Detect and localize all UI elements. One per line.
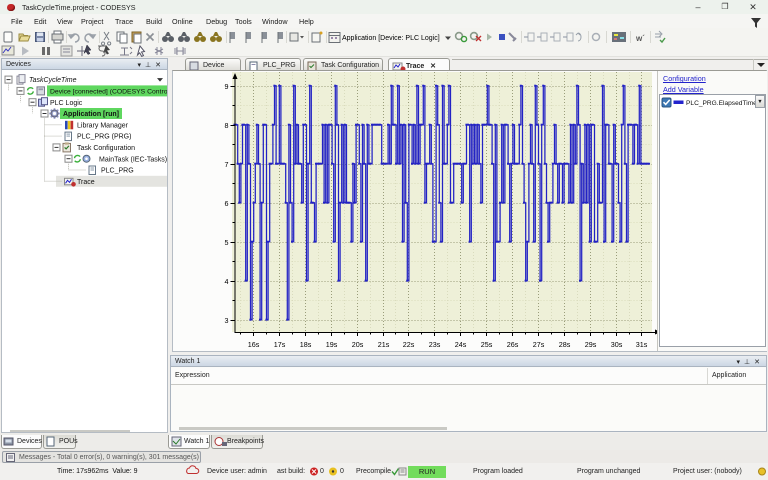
svg-text:19s: 19s bbox=[326, 340, 338, 349]
svg-text:23s: 23s bbox=[429, 340, 441, 349]
svg-text:26s: 26s bbox=[507, 340, 519, 349]
svg-text:Library Manager: Library Manager bbox=[77, 122, 129, 129]
svg-text:3: 3 bbox=[225, 316, 229, 325]
svg-text:9: 9 bbox=[225, 82, 229, 91]
svg-text:7: 7 bbox=[225, 160, 229, 169]
svg-text:20s: 20s bbox=[352, 340, 364, 349]
svg-text:6: 6 bbox=[225, 199, 229, 208]
svg-text:30s: 30s bbox=[611, 340, 623, 349]
svg-text:PLC Logic: PLC Logic bbox=[50, 100, 83, 107]
svg-text:TaskCycleTime: TaskCycleTime bbox=[29, 77, 77, 84]
svg-text:16s: 16s bbox=[248, 340, 260, 349]
svg-text:MainTask (IEC-Tasks): MainTask (IEC-Tasks) bbox=[99, 156, 167, 163]
svg-text:Task Configuration: Task Configuration bbox=[77, 145, 135, 152]
svg-text:Application [run]: Application [run] bbox=[63, 111, 119, 118]
svg-text:5: 5 bbox=[225, 238, 229, 247]
svg-text:28s: 28s bbox=[559, 340, 571, 349]
svg-text:Trace: Trace bbox=[77, 179, 95, 186]
svg-text:21s: 21s bbox=[378, 340, 390, 349]
svg-text:PLC_PRG: PLC_PRG bbox=[101, 168, 134, 175]
svg-text:29s: 29s bbox=[585, 340, 597, 349]
svg-text:Application [Device: PLC Logic: Application [Device: PLC Logic] bbox=[342, 35, 440, 42]
svg-text:8: 8 bbox=[225, 121, 229, 130]
svg-text:27s: 27s bbox=[533, 340, 545, 349]
svg-text:Device [connected] (CODESYS Co: Device [connected] (CODESYS Control Wi bbox=[50, 89, 167, 96]
svg-text:17s: 17s bbox=[274, 340, 286, 349]
svg-text:4: 4 bbox=[225, 277, 229, 286]
svg-text:31s: 31s bbox=[636, 340, 648, 349]
svg-text:w´: w´ bbox=[635, 34, 645, 43]
svg-text:25s: 25s bbox=[481, 340, 493, 349]
svg-text:18s: 18s bbox=[300, 340, 312, 349]
svg-text:24s: 24s bbox=[455, 340, 467, 349]
svg-text:PLC_PRG (PRG): PLC_PRG (PRG) bbox=[77, 134, 131, 141]
svg-text:22s: 22s bbox=[403, 340, 415, 349]
svg-text:PLC_PRG.ElapsedTime: PLC_PRG.ElapsedTime bbox=[686, 100, 757, 107]
